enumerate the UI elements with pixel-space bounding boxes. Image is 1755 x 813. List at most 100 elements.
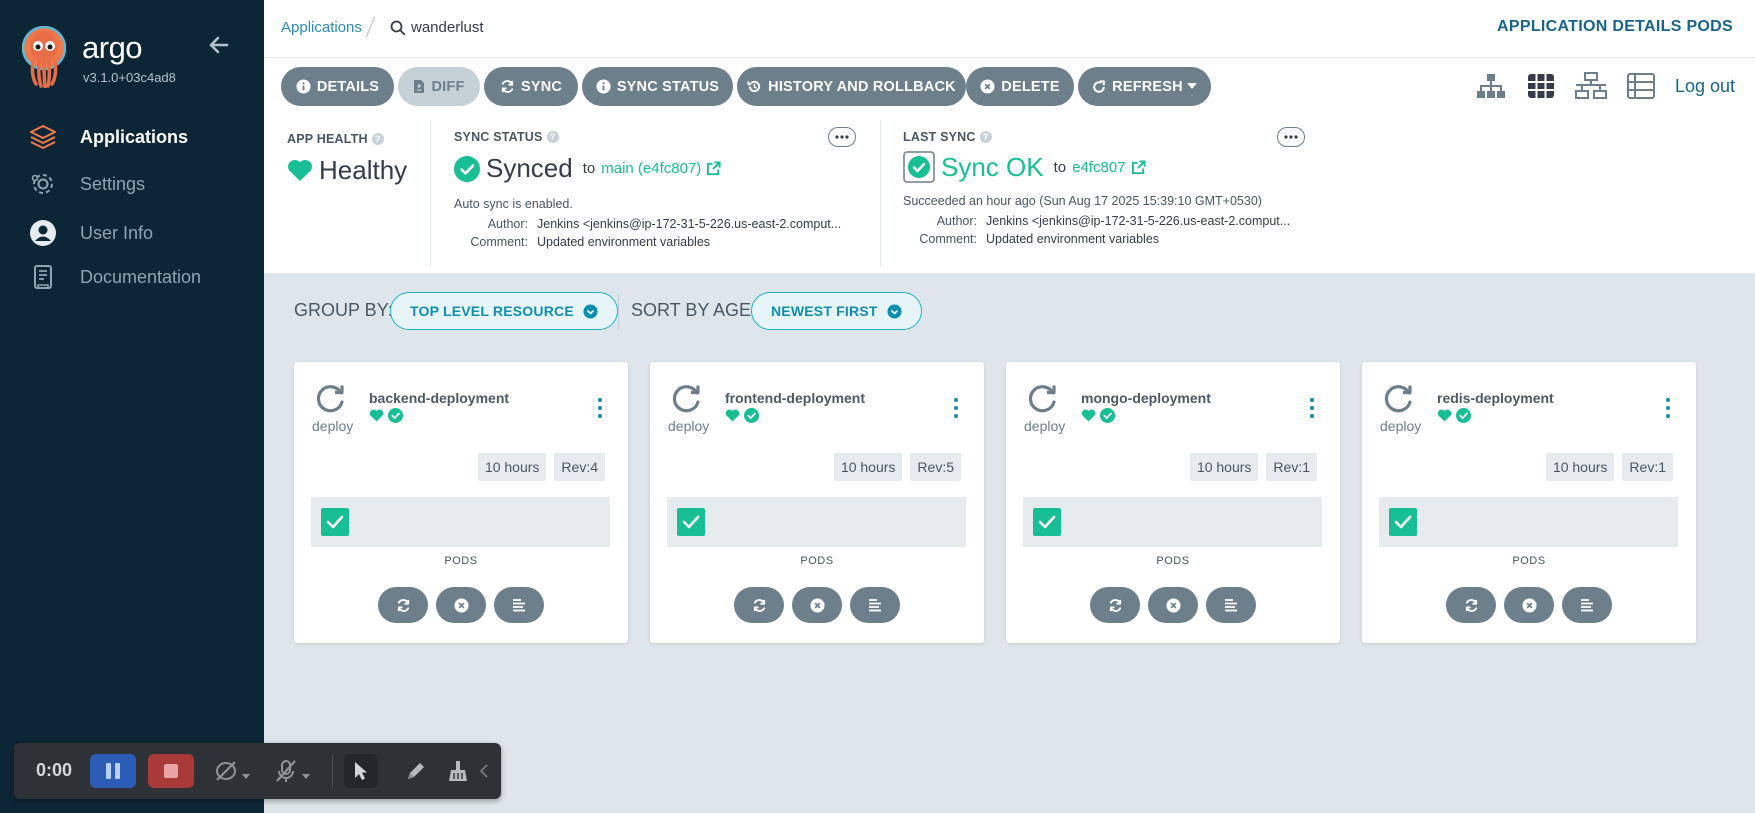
sort-by-dropdown[interactable]: NEWEST FIRST: [751, 292, 922, 330]
help-icon[interactable]: ?: [546, 131, 559, 143]
logs-resource-button[interactable]: [850, 587, 900, 623]
sync-resource-button[interactable]: [1090, 587, 1140, 623]
sidebar-item-documentation[interactable]: Documentation: [28, 262, 201, 292]
resource-name[interactable]: redis-deployment: [1437, 390, 1554, 406]
resource-menu-button[interactable]: [1662, 396, 1674, 420]
resource-name[interactable]: frontend-deployment: [725, 390, 865, 406]
sync-icon: [397, 598, 409, 612]
collapse-sidebar-icon[interactable]: [206, 32, 232, 58]
heart-icon: [725, 409, 740, 422]
delete-resource-button[interactable]: [1504, 587, 1554, 623]
logout-link[interactable]: Log out: [1675, 76, 1735, 97]
file-icon: [413, 79, 425, 94]
resource-card[interactable]: deploy backend-deployment 10 hours Rev:4…: [294, 362, 628, 643]
check-circle-icon: [1100, 408, 1115, 423]
resource-name[interactable]: backend-deployment: [369, 390, 509, 406]
logs-resource-button[interactable]: [1206, 587, 1256, 623]
sidebar-item-applications[interactable]: Applications: [28, 122, 188, 152]
resource-card[interactable]: deploy redis-deployment 10 hours Rev:1 P…: [1362, 362, 1696, 643]
sort-by-label: SORT BY AGE:: [631, 300, 757, 320]
version-label: v3.1.0+03c4ad8: [83, 70, 176, 85]
auto-sync-note: Auto sync is enabled.: [454, 197, 573, 211]
resource-menu-button[interactable]: [950, 396, 962, 420]
resource-actions: [1006, 587, 1340, 623]
resource-tags: 10 hours Rev:4: [470, 453, 605, 481]
help-icon[interactable]: ?: [979, 131, 992, 143]
sidebar-item-user-info[interactable]: User Info: [28, 218, 153, 248]
help-icon[interactable]: ?: [371, 133, 384, 145]
brand-name: argo: [82, 30, 143, 65]
resource-name[interactable]: mongo-deployment: [1081, 390, 1211, 406]
book-icon: [28, 262, 58, 292]
last-sync-title: LAST SYNC: [903, 130, 976, 144]
logs-resource-button[interactable]: [1562, 587, 1612, 623]
resource-status-icons: [369, 408, 403, 423]
caret-down-icon[interactable]: [302, 767, 310, 785]
pointer-tool-button[interactable]: [344, 754, 378, 788]
delete-resource-button[interactable]: [792, 587, 842, 623]
stop-button[interactable]: [148, 754, 194, 788]
group-by-dropdown[interactable]: TOP LEVEL RESOURCE: [390, 292, 618, 330]
delete-resource-button[interactable]: [1148, 587, 1198, 623]
resource-menu-button[interactable]: [594, 396, 606, 420]
logs-resource-button[interactable]: [494, 587, 544, 623]
sidebar-item-label: Documentation: [80, 266, 202, 287]
sync-revision: main (e4fc807): [601, 160, 702, 177]
delete-button[interactable]: DELETE: [966, 67, 1074, 106]
breadcrumb-current[interactable]: wanderlust: [390, 19, 484, 36]
sidebar-item-settings[interactable]: Settings: [28, 169, 145, 199]
sync-button[interactable]: SYNC: [484, 67, 578, 106]
pod-status-check-icon[interactable]: [1033, 508, 1061, 536]
search-icon: [390, 20, 406, 35]
resource-card[interactable]: deploy frontend-deployment 10 hours Rev:…: [650, 362, 984, 643]
pods-view-icon[interactable]: [1525, 70, 1557, 102]
chevron-left-icon[interactable]: [479, 764, 489, 783]
sync-status-more-button[interactable]: [828, 127, 856, 147]
last-sync-comment-row: Comment: Updated environment variables: [903, 232, 1323, 246]
check-circle-icon: [1456, 408, 1471, 423]
mic-off-icon[interactable]: [272, 757, 300, 785]
tree-view-icon[interactable]: [1475, 70, 1507, 102]
details-button[interactable]: DETAILS: [281, 67, 394, 106]
sync-resource-button[interactable]: [378, 587, 428, 623]
refresh-button[interactable]: REFRESH: [1078, 67, 1211, 106]
sync-icon: [1109, 598, 1121, 612]
app-health-status: Healthy: [287, 155, 427, 186]
layers-icon: [28, 122, 58, 152]
network-view-icon[interactable]: [1574, 70, 1607, 102]
breadcrumb-separator: [365, 16, 376, 38]
pod-status-check-icon[interactable]: [321, 508, 349, 536]
diff-button[interactable]: DIFF: [398, 67, 480, 106]
gear-icon: [28, 169, 58, 199]
sync-resource-button[interactable]: [1446, 587, 1496, 623]
logs-icon: [1225, 599, 1237, 612]
close-circle-icon: [1165, 597, 1181, 613]
resource-card[interactable]: deploy mongo-deployment 10 hours Rev:1 P…: [1006, 362, 1340, 643]
sync-revision-link[interactable]: main (e4fc807): [601, 160, 721, 177]
sidebar-item-label: Settings: [80, 173, 146, 194]
delete-resource-button[interactable]: [436, 587, 486, 623]
last-sync-revision-link[interactable]: e4fc807: [1072, 159, 1146, 176]
sync-resource-button[interactable]: [734, 587, 784, 623]
pod-status-check-icon[interactable]: [1389, 508, 1417, 536]
argo-logo[interactable]: [20, 26, 68, 88]
status-panel: APP HEALTH ? Healthy SYNC STATUS ? Synce…: [264, 114, 1755, 274]
resource-menu-button[interactable]: [1306, 396, 1318, 420]
refresh-label: REFRESH: [1112, 78, 1183, 95]
resource-kind: deploy: [1380, 418, 1422, 434]
pause-button[interactable]: [90, 754, 136, 788]
heart-icon: [369, 409, 384, 422]
screen-recorder-toolbar: 0:00: [14, 743, 501, 799]
history-rollback-button[interactable]: HISTORY AND ROLLBACK: [737, 67, 966, 106]
sync-status-button[interactable]: SYNC STATUS: [582, 67, 733, 106]
list-view-icon[interactable]: [1625, 70, 1657, 102]
resource-tags: 10 hours Rev:5: [826, 453, 961, 481]
eraser-icon[interactable]: [444, 757, 472, 785]
pod-status-check-icon[interactable]: [677, 508, 705, 536]
breadcrumb-applications-link[interactable]: Applications: [281, 19, 362, 36]
camera-off-icon[interactable]: [212, 757, 240, 785]
caret-down-icon[interactable]: [242, 767, 250, 785]
pen-icon[interactable]: [402, 757, 430, 785]
last-sync-more-button[interactable]: [1277, 127, 1305, 147]
pods-group: [1023, 497, 1322, 547]
